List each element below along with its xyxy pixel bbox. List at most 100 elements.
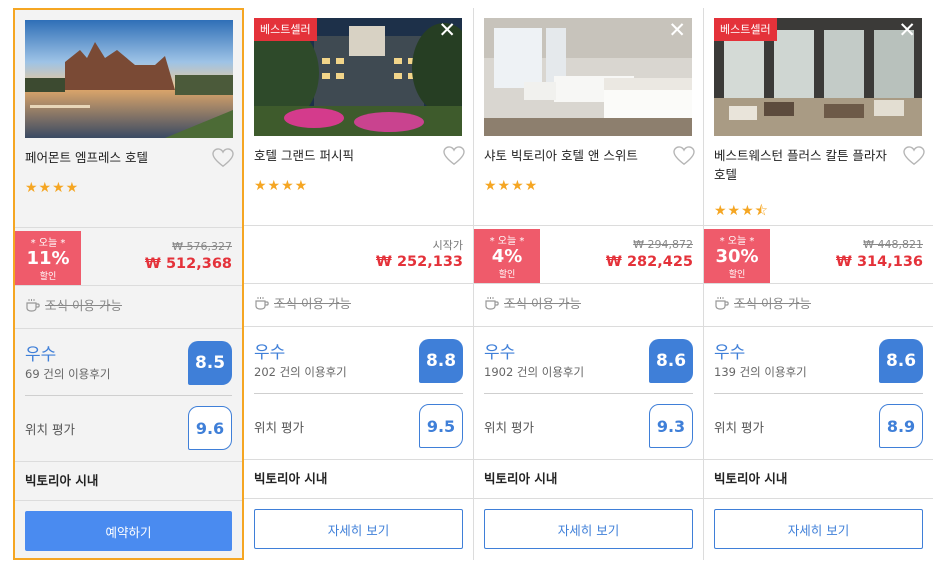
- divider: [704, 326, 933, 327]
- heart-icon[interactable]: [903, 146, 925, 166]
- close-icon[interactable]: ✕: [898, 20, 916, 41]
- breakfast-label: 조식 이용 가능: [504, 296, 581, 311]
- coffee-cup-icon: [255, 296, 269, 310]
- location-rating-label: 위치 평가: [25, 422, 75, 437]
- divider: [474, 326, 703, 327]
- breakfast-label: 조식 이용 가능: [274, 296, 351, 311]
- hotel-name[interactable]: 샤토 빅토리아 호텔 앤 스위트: [484, 146, 662, 165]
- divider: [15, 227, 242, 228]
- review-score-badge: 8.6: [649, 339, 693, 383]
- hotel-area: 빅토리아 시내: [25, 473, 99, 488]
- close-icon[interactable]: ✕: [438, 20, 456, 41]
- deal-today-label: * 오늘 *: [30, 238, 66, 249]
- divider: [244, 459, 473, 460]
- review-rating-word: 우수: [254, 343, 286, 363]
- divider: [484, 393, 693, 394]
- deal-badge: * 오늘 * 4% 할인: [474, 229, 540, 283]
- hotel-photo[interactable]: [25, 20, 233, 138]
- review-rating-word: 우수: [714, 343, 746, 363]
- heart-icon[interactable]: [673, 146, 695, 166]
- hotel-card-3[interactable]: ✕ 샤토 빅토리아 호텔 앤 스위트 ★★★★ * 오늘 * 4% 할인 ₩ 2…: [474, 8, 703, 560]
- hotel-photo[interactable]: 베스트셀러 ✕: [254, 18, 462, 136]
- divider: [25, 395, 232, 396]
- hotel-area: 빅토리아 시내: [714, 471, 788, 486]
- details-button[interactable]: 자세히 보기: [484, 509, 693, 549]
- breakfast-info: 조식 이용 가능: [25, 295, 122, 314]
- hotel-name[interactable]: 페어몬트 엠프레스 호텔: [25, 148, 203, 167]
- divider: [15, 285, 242, 286]
- hotel-area: 빅토리아 시내: [254, 471, 328, 486]
- divider: [244, 225, 473, 226]
- details-button[interactable]: 자세히 보기: [254, 509, 463, 549]
- coffee-cup-icon: [26, 298, 40, 312]
- original-price: ₩ 448,821: [863, 238, 923, 251]
- divider: [15, 328, 242, 329]
- original-price: ₩ 576,327: [172, 240, 232, 253]
- review-rating-word: 우수: [25, 345, 57, 365]
- bestseller-badge: 베스트셀러: [714, 18, 777, 41]
- price: ₩ 252,133: [375, 254, 463, 270]
- divider: [474, 283, 703, 284]
- hotel-card-4[interactable]: 베스트셀러 ✕ 베스트웨스턴 플러스 칼튼 플라자 호텔 ★★★⯪ * 오늘 *…: [704, 8, 933, 560]
- close-icon[interactable]: ✕: [668, 20, 686, 41]
- review-count[interactable]: 1902 건의 이용후기: [484, 364, 584, 380]
- hotel-card-2[interactable]: 베스트셀러 ✕ 호텔 그랜드 퍼시픽 ★★★★ 시작가 ₩ 252,133 조식…: [244, 8, 473, 560]
- hotel-card-1[interactable]: 페어몬트 엠프레스 호텔 ★★★★ * 오늘 * 11% 할인 ₩ 576,32…: [13, 8, 244, 560]
- review-score-badge: 8.8: [419, 339, 463, 383]
- location-rating-label: 위치 평가: [484, 420, 534, 435]
- review-score-badge: 8.5: [188, 341, 232, 385]
- original-price: ₩ 294,872: [633, 238, 693, 251]
- divider: [704, 225, 933, 226]
- review-count[interactable]: 69 건의 이용후기: [25, 366, 110, 382]
- breakfast-label: 조식 이용 가능: [734, 296, 811, 311]
- book-button[interactable]: 예약하기: [25, 511, 232, 551]
- location-score-badge: 8.9: [879, 404, 923, 448]
- divider: [254, 393, 463, 394]
- deal-badge: * 오늘 * 11% 할인: [15, 231, 81, 285]
- divider: [704, 459, 933, 460]
- review-count[interactable]: 139 건의 이용후기: [714, 364, 807, 380]
- divider: [15, 461, 242, 462]
- hotel-area: 빅토리아 시내: [484, 471, 558, 486]
- divider: [474, 459, 703, 460]
- price: ₩ 282,425: [605, 254, 693, 270]
- star-rating: ★★★★: [25, 180, 80, 196]
- breakfast-label: 조식 이용 가능: [45, 298, 122, 313]
- location-score-badge: 9.6: [188, 406, 232, 450]
- deal-off-label: 할인: [728, 270, 746, 280]
- hotel-photo[interactable]: ✕: [484, 18, 692, 136]
- review-count[interactable]: 202 건의 이용후기: [254, 364, 347, 380]
- breakfast-info: 조식 이용 가능: [484, 293, 581, 312]
- deal-percent: 4%: [491, 246, 523, 267]
- hotel-name[interactable]: 호텔 그랜드 퍼시픽: [254, 146, 432, 165]
- coffee-cup-icon: [715, 296, 729, 310]
- divider: [244, 283, 473, 284]
- breakfast-info: 조식 이용 가능: [714, 293, 811, 312]
- hotel-photo[interactable]: 베스트셀러 ✕: [714, 18, 922, 136]
- deal-badge: * 오늘 * 30% 할인: [704, 229, 770, 283]
- divider: [244, 498, 473, 499]
- coffee-cup-icon: [485, 296, 499, 310]
- deal-percent: 11%: [26, 248, 70, 269]
- star-rating: ★★★⯪: [714, 203, 769, 219]
- deal-percent: 30%: [715, 246, 759, 267]
- heart-icon[interactable]: [212, 148, 234, 168]
- location-rating-label: 위치 평가: [714, 420, 764, 435]
- review-score-badge: 8.6: [879, 339, 923, 383]
- hotel-name[interactable]: 베스트웨스턴 플러스 칼튼 플라자 호텔: [714, 146, 892, 184]
- heart-icon[interactable]: [443, 146, 465, 166]
- divider: [704, 498, 933, 499]
- bestseller-badge: 베스트셀러: [254, 18, 317, 41]
- deal-today-label: * 오늘 *: [489, 236, 525, 247]
- star-rating: ★★★★: [254, 178, 309, 194]
- price: ₩ 314,136: [835, 254, 923, 270]
- divider: [714, 393, 923, 394]
- details-button[interactable]: 자세히 보기: [714, 509, 923, 549]
- deal-off-label: 할인: [498, 270, 516, 280]
- deal-off-label: 할인: [39, 272, 57, 282]
- price: ₩ 512,368: [144, 256, 232, 272]
- divider: [474, 225, 703, 226]
- breakfast-info: 조식 이용 가능: [254, 293, 351, 312]
- divider: [474, 498, 703, 499]
- review-rating-word: 우수: [484, 343, 516, 363]
